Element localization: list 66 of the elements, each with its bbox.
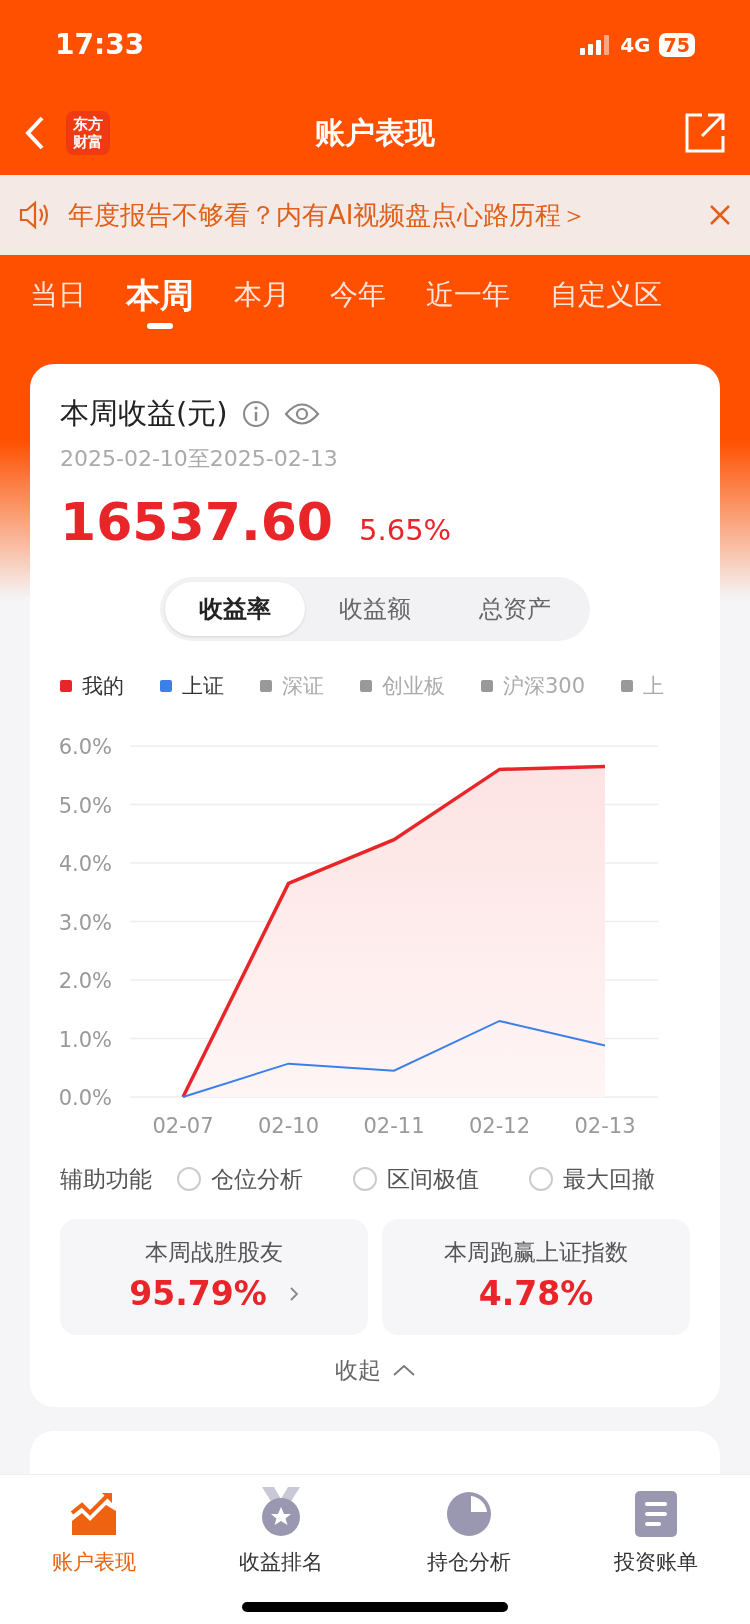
collapse-button[interactable]: 收起 [335, 1352, 415, 1387]
bottom-nav-tab[interactable]: 收益排名 [206, 1487, 357, 1579]
stat-label: 本周战胜股友 [145, 1237, 283, 1267]
y-axis-label: 2.0% [60, 969, 112, 993]
period-tab[interactable]: 今年 [330, 266, 386, 339]
profit-rate: 5.65% [359, 511, 452, 549]
x-axis-label: 02-11 [363, 1114, 425, 1138]
y-axis-label: 5.0% [60, 793, 112, 818]
y-axis-label: 0.0% [60, 1086, 112, 1110]
page-title: 账户表现 [315, 114, 435, 152]
chevron-up-icon [393, 1363, 415, 1376]
legend-label[interactable]: 沪深300 [503, 670, 586, 702]
stat-value: 95.79% [129, 1273, 267, 1315]
x-axis-label: 02-13 [574, 1114, 636, 1138]
bottom-nav-tab[interactable]: 投资账单 [581, 1487, 732, 1579]
x-axis-label: 02-10 [258, 1114, 319, 1138]
app-logo: 东方 财富 [66, 110, 110, 155]
period-tab[interactable]: 本周 [126, 266, 194, 339]
period-tab[interactable]: 本月 [234, 266, 290, 339]
radio-button[interactable] [529, 1167, 553, 1192]
radio-label: 仓位分析 [211, 1165, 303, 1194]
bottom-nav-tab[interactable]: 账户表现 [18, 1487, 169, 1579]
summary-title: 本周收益(元) [60, 395, 228, 432]
legend-label[interactable]: 上 [643, 670, 665, 702]
y-axis-label: 6.0% [60, 735, 112, 759]
legend-label[interactable]: 深证 [282, 670, 324, 702]
battery-level: 75 [658, 33, 695, 57]
radio-button[interactable] [353, 1167, 377, 1192]
network-type: 4G [620, 32, 651, 59]
speaker-icon [18, 200, 50, 230]
share-button[interactable] [684, 111, 726, 154]
info-icon[interactable] [241, 399, 270, 428]
document-icon [635, 1491, 678, 1537]
x-axis-label: 02-12 [469, 1114, 530, 1138]
stat-label: 本周跑赢上证指数 [444, 1237, 628, 1267]
close-button[interactable] [708, 203, 732, 227]
metric-tab[interactable]: 总资产 [445, 581, 585, 636]
stat-value: 4.78% [478, 1273, 594, 1315]
medal-icon [260, 1487, 303, 1537]
bottom-nav-tab[interactable]: 持仓分析 [393, 1487, 544, 1579]
notice-banner[interactable]: 年度报告不够看？内有AI视频盘点心路历程＞ [0, 175, 750, 255]
legend-label[interactable]: 我的 [82, 670, 124, 702]
y-axis-label: 3.0% [60, 910, 112, 935]
stat-card[interactable]: 本周战胜股友 95.79% [60, 1218, 368, 1335]
chevron-right-icon [288, 1285, 299, 1302]
y-axis-label: 1.0% [60, 1027, 112, 1052]
status-time: 17:33 [55, 27, 145, 63]
pie-chart-icon [445, 1491, 492, 1537]
metric-tab[interactable]: 收益额 [305, 581, 445, 636]
metric-tab[interactable]: 收益率 [165, 581, 305, 636]
legend-label[interactable]: 创业板 [382, 670, 445, 702]
aux-label: 辅助功能 [60, 1165, 152, 1194]
radio-button[interactable] [177, 1167, 201, 1192]
x-axis-label: 02-07 [152, 1114, 214, 1138]
notice-text: 年度报告不够看？内有AI视频盘点心路历程＞ [68, 198, 588, 232]
period-tab[interactable]: 近一年 [426, 266, 510, 339]
legend-label[interactable]: 上证 [182, 670, 224, 702]
eye-icon[interactable] [283, 400, 320, 427]
period-tab[interactable]: 当日 [30, 266, 86, 339]
period-tab[interactable]: 自定义区 [550, 266, 662, 339]
trend-chart-icon [69, 1491, 118, 1537]
radio-label: 最大回撤 [563, 1165, 655, 1194]
radio-label: 区间极值 [387, 1165, 479, 1194]
profit-amount: 16537.60 [60, 490, 334, 554]
y-axis-label: 4.0% [60, 852, 112, 876]
date-range: 2025-02-10至2025-02-13 [60, 444, 339, 473]
